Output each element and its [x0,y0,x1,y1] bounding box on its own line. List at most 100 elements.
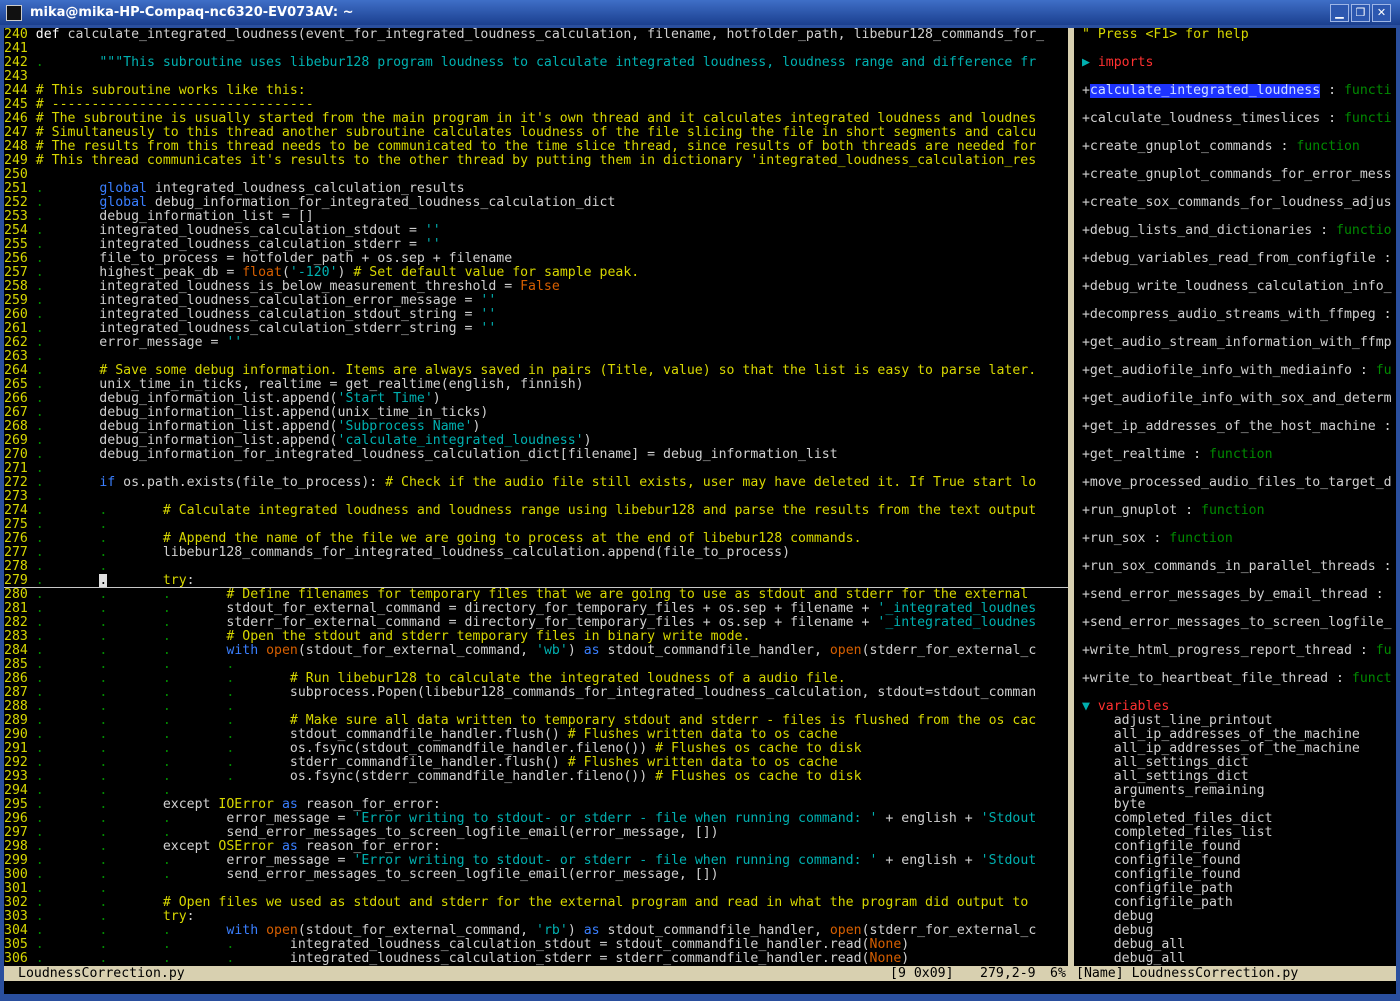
code-line[interactable]: 286 . . . . # Run libebur128 to calculat… [4,672,1068,686]
code-line[interactable]: 274 . . # Calculate integrated loudness … [4,504,1068,518]
code-line[interactable]: 253 . debug_information_list = [] [4,210,1068,224]
code-line[interactable]: 292 . . . . stderr_commandfile_handler.f… [4,756,1068,770]
tagbar-item[interactable]: +create_gnuplot_commands : function [1074,140,1396,154]
tagbar-item[interactable]: +get_ip_addresses_of_the_host_machine : [1074,420,1396,434]
maximize-icon[interactable]: ❐ [1351,4,1370,22]
code-line[interactable]: 260 . integrated_loudness_calculation_st… [4,308,1068,322]
tagbar-item[interactable]: +get_audiofile_info_with_sox_and_determ [1074,392,1396,406]
tagbar-item[interactable]: arguments_remaining [1074,784,1396,798]
code-line[interactable]: 257 . highest_peak_db = float('-120') # … [4,266,1068,280]
tagbar-item[interactable]: ▼ variables [1074,700,1396,714]
code-line[interactable]: 283 . . . # Open the stdout and stderr t… [4,630,1068,644]
code-line[interactable]: 305 . . . . integrated_loudness_calculat… [4,938,1068,952]
code-line[interactable]: 291 . . . . os.fsync(stdout_commandfile_… [4,742,1068,756]
tagbar-item[interactable]: all_settings_dict [1074,756,1396,770]
code-line[interactable]: 264 . # Save some debug information. Ite… [4,364,1068,378]
tagbar-item[interactable]: +send_error_messages_by_email_thread : [1074,588,1396,602]
tagbar-item[interactable]: +run_sox : function [1074,532,1396,546]
code-editor[interactable]: 240 def calculate_integrated_loudness(ev… [4,28,1068,966]
code-line[interactable]: 245 # --------------------------------- [4,98,1068,112]
code-line[interactable]: 259 . integrated_loudness_calculation_er… [4,294,1068,308]
code-line[interactable]: 289 . . . . # Make sure all data written… [4,714,1068,728]
code-line[interactable]: 256 . file_to_process = hotfolder_path +… [4,252,1068,266]
code-line[interactable]: 296 . . . error_message = 'Error writing… [4,812,1068,826]
code-line[interactable]: 306 . . . . integrated_loudness_calculat… [4,952,1068,966]
tagbar-item[interactable]: configfile_path [1074,896,1396,910]
tagbar-item[interactable]: debug [1074,910,1396,924]
code-line[interactable]: 261 . integrated_loudness_calculation_st… [4,322,1068,336]
code-line[interactable]: 276 . . # Append the name of the file we… [4,532,1068,546]
minimize-icon[interactable]: ▁ [1330,4,1349,22]
code-line[interactable]: 282 . . . stderr_for_external_command = … [4,616,1068,630]
tagbar-item[interactable]: +debug_lists_and_dictionaries : functio [1074,224,1396,238]
tagbar-item[interactable]: completed_files_list [1074,826,1396,840]
tagbar-item[interactable]: all_ip_addresses_of_the_machine [1074,728,1396,742]
close-icon[interactable]: ✕ [1372,4,1391,22]
code-line[interactable]: 262 . error_message = '' [4,336,1068,350]
code-line[interactable]: 300 . . . send_error_messages_to_screen_… [4,868,1068,882]
tagbar-item[interactable]: debug_all [1074,952,1396,966]
code-line[interactable]: 278 . . [4,560,1068,574]
code-line[interactable]: 254 . integrated_loudness_calculation_st… [4,224,1068,238]
code-line[interactable]: 279 . . try: [4,574,1068,588]
code-line[interactable]: 255 . integrated_loudness_calculation_st… [4,238,1068,252]
tagbar-item[interactable]: +get_audio_stream_information_with_ffmp [1074,336,1396,350]
tagbar-item[interactable]: adjust_line_printout [1074,714,1396,728]
tagbar-item[interactable]: +write_to_heartbeat_file_thread : funct [1074,672,1396,686]
tagbar-item[interactable]: +run_gnuplot : function [1074,504,1396,518]
tagbar-item[interactable]: +get_audiofile_info_with_mediainfo : fu [1074,364,1396,378]
tagbar-item[interactable]: byte [1074,798,1396,812]
code-line[interactable]: 302 . . # Open files we used as stdout a… [4,896,1068,910]
code-line[interactable]: 284 . . . with open(stdout_for_external_… [4,644,1068,658]
tagbar-item[interactable]: +decompress_audio_streams_with_ffmpeg : [1074,308,1396,322]
code-line[interactable]: 281 . . . stdout_for_external_command = … [4,602,1068,616]
tagbar-panel[interactable]: " Press <F1> for help ▶ imports +calcula… [1074,28,1396,966]
code-line[interactable]: 304 . . . with open(stdout_for_external_… [4,924,1068,938]
code-line[interactable]: 244 # This subroutine works like this: [4,84,1068,98]
code-line[interactable]: 249 # This thread communicates it's resu… [4,154,1068,168]
tagbar-item[interactable]: configfile_path [1074,882,1396,896]
tagbar-item[interactable]: debug_all [1074,938,1396,952]
code-line[interactable]: 247 # Simultaneusly to this thread anoth… [4,126,1068,140]
tagbar-item[interactable]: +write_html_progress_report_thread : fu [1074,644,1396,658]
code-line[interactable]: 297 . . . send_error_messages_to_screen_… [4,826,1068,840]
code-line[interactable]: 258 . integrated_loudness_is_below_measu… [4,280,1068,294]
code-line[interactable]: 248 # The results from this thread needs… [4,140,1068,154]
tagbar-item[interactable]: configfile_found [1074,868,1396,882]
tagbar-item[interactable]: configfile_found [1074,840,1396,854]
tagbar-item[interactable]: ▶ imports [1074,56,1396,70]
tagbar-item[interactable]: +debug_variables_read_from_configfile : [1074,252,1396,266]
code-line[interactable]: 246 # The subroutine is usually started … [4,112,1068,126]
code-line[interactable]: 267 . debug_information_list.append(unix… [4,406,1068,420]
tagbar-item[interactable]: +create_gnuplot_commands_for_error_mess [1074,168,1396,182]
code-line[interactable]: 295 . . except IOError as reason_for_err… [4,798,1068,812]
tagbar-item[interactable]: +debug_write_loudness_calculation_info_ [1074,280,1396,294]
code-line[interactable]: 290 . . . . stdout_commandfile_handler.f… [4,728,1068,742]
code-line[interactable]: 243 [4,70,1068,84]
code-line[interactable]: 299 . . . error_message = 'Error writing… [4,854,1068,868]
tagbar-item[interactable]: all_settings_dict [1074,770,1396,784]
tagbar-item[interactable]: debug [1074,924,1396,938]
tagbar-item[interactable]: +calculate_loudness_timeslices : functi [1074,112,1396,126]
code-line[interactable]: 251 . global integrated_loudness_calcula… [4,182,1068,196]
code-line[interactable]: 280 . . . # Define filenames for tempora… [4,588,1068,602]
code-line[interactable]: 301 . . [4,882,1068,896]
code-line[interactable]: 277 . . libebur128_commands_for_integrat… [4,546,1068,560]
code-line[interactable]: 268 . debug_information_list.append('Sub… [4,420,1068,434]
tagbar-item[interactable]: configfile_found [1074,854,1396,868]
code-line[interactable]: 269 . debug_information_list.append('cal… [4,434,1068,448]
code-line[interactable]: 298 . . except OSError as reason_for_err… [4,840,1068,854]
code-line[interactable]: 242 . """This subroutine uses libebur128… [4,56,1068,70]
tagbar-item[interactable]: +get_realtime : function [1074,448,1396,462]
code-line[interactable]: 293 . . . . os.fsync(stderr_commandfile_… [4,770,1068,784]
tagbar-item[interactable]: +send_error_messages_to_screen_logfile_ [1074,616,1396,630]
code-line[interactable]: 288 . . . . [4,700,1068,714]
tagbar-item[interactable]: +run_sox_commands_in_parallel_threads : [1074,560,1396,574]
code-line[interactable]: 266 . debug_information_list.append('Sta… [4,392,1068,406]
tagbar-item[interactable]: +move_processed_audio_files_to_target_d [1074,476,1396,490]
code-line[interactable]: 265 . unix_time_in_ticks, realtime = get… [4,378,1068,392]
code-line[interactable]: 287 . . . . subprocess.Popen(libebur128_… [4,686,1068,700]
code-line[interactable]: 263 . [4,350,1068,364]
tagbar-item[interactable]: completed_files_dict [1074,812,1396,826]
code-line[interactable]: 240 def calculate_integrated_loudness(ev… [4,28,1068,42]
